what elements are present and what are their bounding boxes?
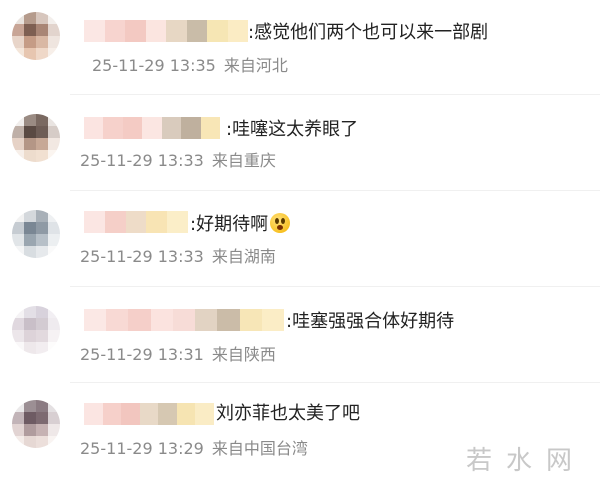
comment-text: 刘亦菲也太美了吧 — [216, 403, 360, 425]
surprised-face-emoji-icon — [270, 213, 291, 233]
username-blurred[interactable] — [84, 211, 188, 233]
divider — [70, 286, 600, 287]
comment-meta: 25-11-29 13:31 来自陕西 — [80, 345, 276, 365]
comment-text-content: :好期待啊 — [190, 214, 269, 235]
comment-text-content: :感觉他们两个也可以来一部剧 — [248, 22, 489, 43]
username-blurred[interactable] — [84, 20, 248, 42]
comment-date: 25-11-29 13:31 — [80, 345, 204, 364]
avatar-icon[interactable] — [12, 114, 60, 162]
username-blurred[interactable] — [84, 117, 220, 139]
comment-meta: 25-11-29 13:29 来自中国台湾 — [80, 439, 308, 459]
comment-location: 来自湖南 — [211, 247, 276, 266]
comment-meta: 25-11-29 13:33 来自湖南 — [80, 247, 276, 267]
comment-meta: 25-11-29 13:33 来自重庆 — [80, 151, 276, 171]
avatar-icon[interactable] — [12, 400, 60, 448]
comment-location: 来自河北 — [223, 56, 288, 75]
comment-text-content: 刘亦菲也太美了吧 — [216, 403, 360, 424]
comment-text-content: :哇塞强强合体好期待 — [286, 311, 455, 332]
avatar-icon[interactable] — [12, 306, 60, 354]
comment-date: 25-11-29 13:29 — [80, 439, 204, 458]
divider — [70, 94, 600, 95]
comment-text-content: :哇噻这太养眼了 — [226, 119, 359, 140]
username-blurred[interactable] — [84, 309, 284, 331]
comment-date: 25-11-29 13:33 — [80, 151, 204, 170]
username-blurred[interactable] — [84, 403, 214, 425]
comment-date: 25-11-29 13:35 — [92, 56, 216, 75]
comment-text: :好期待啊 — [190, 213, 291, 236]
comment-text: :哇塞强强合体好期待 — [286, 311, 454, 333]
comment-date: 25-11-29 13:33 — [80, 247, 204, 266]
avatar-icon[interactable] — [12, 210, 60, 258]
divider — [70, 190, 600, 191]
divider — [70, 382, 600, 383]
comment-meta: 25-11-29 13:35 来自河北 — [92, 56, 288, 76]
comment-location: 来自陕西 — [211, 345, 276, 364]
watermark: 若水网 — [465, 446, 586, 476]
comment-location: 来自中国台湾 — [211, 439, 308, 458]
comment-location: 来自重庆 — [211, 151, 276, 170]
avatar-icon[interactable] — [12, 12, 60, 60]
comment-text: :感觉他们两个也可以来一部剧 — [248, 22, 488, 44]
comment-text: :哇噻这太养眼了 — [226, 119, 358, 141]
